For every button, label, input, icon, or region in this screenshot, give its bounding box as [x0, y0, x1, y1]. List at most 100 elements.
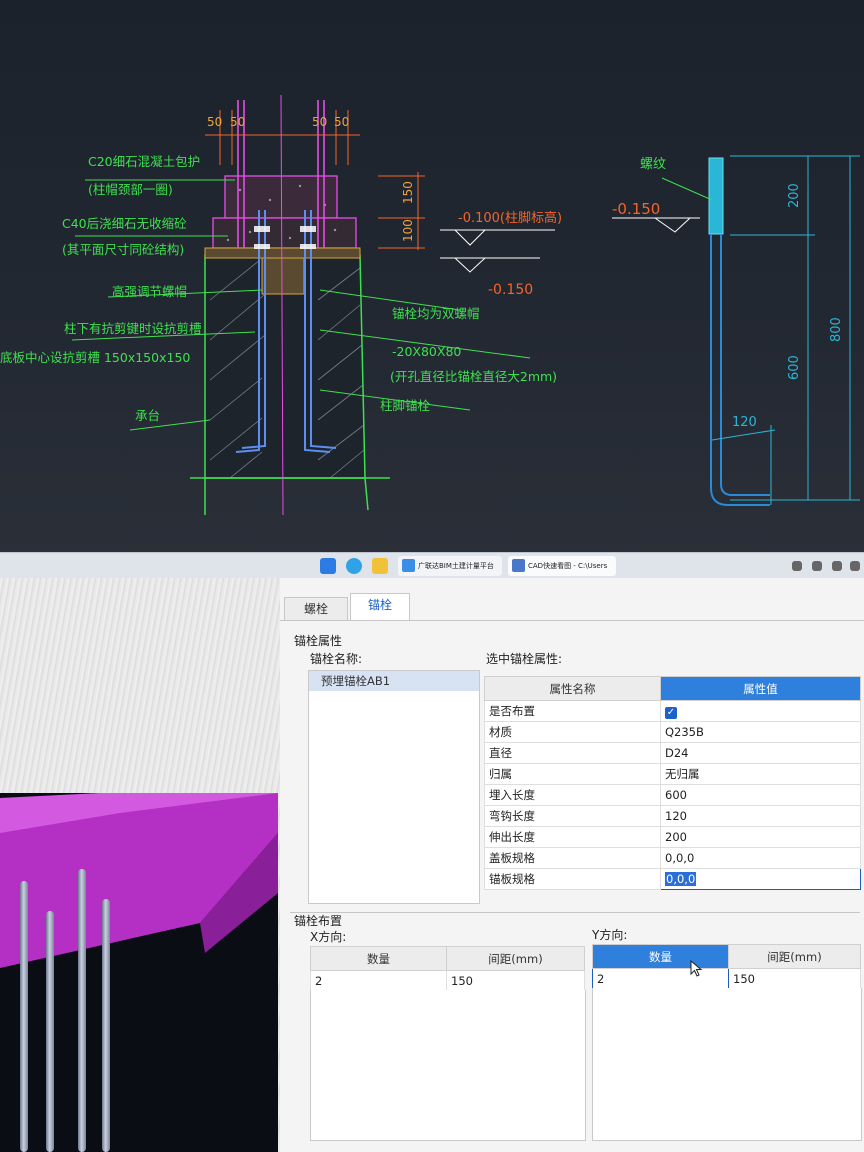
network-icon[interactable]	[812, 561, 822, 571]
x-table-empty-area	[310, 990, 586, 1141]
x-col-spacing[interactable]: 间距(mm)	[446, 946, 585, 971]
folder-icon[interactable]	[372, 558, 388, 574]
table-row[interactable]: 归属 无归属	[484, 763, 861, 785]
glodon-app-icon	[402, 559, 415, 572]
3d-column-base	[0, 793, 278, 968]
x-spacing-cell[interactable]: 150	[446, 970, 585, 992]
elev-label-1: -0.100(柱脚标高)	[458, 210, 562, 226]
table-row[interactable]: 锚板规格 0,0,0	[484, 868, 861, 890]
y-direction-label: Y方向:	[592, 928, 628, 942]
prop-value[interactable]: 200	[660, 826, 861, 848]
table-row[interactable]: 弯钩长度 120	[484, 805, 861, 827]
anchor-bolt-dialog: 螺栓 锚栓 锚栓属性 锚栓名称: 预埋锚栓AB1 选中锚栓属性: 属性名称 属性…	[0, 578, 864, 1152]
dim-side-100: 100	[401, 219, 415, 242]
properties-panel: 螺栓 锚栓 锚栓属性 锚栓名称: 预埋锚栓AB1 选中锚栓属性: 属性名称 属性…	[280, 578, 864, 1152]
start-icon[interactable]	[320, 558, 336, 574]
dim-thread-200: 200	[787, 183, 802, 208]
anchor-name-label: 锚栓名称:	[310, 652, 363, 666]
check-icon[interactable]: ✓	[665, 706, 677, 719]
volume-icon[interactable]	[832, 561, 842, 571]
table-row[interactable]: 2 150	[592, 968, 861, 990]
prop-value[interactable]: Q235B	[660, 721, 861, 743]
table-row[interactable]: 直径 D24	[484, 742, 861, 764]
anchor-props-group-title: 锚栓属性	[294, 634, 343, 648]
3d-preview-viewport[interactable]	[0, 793, 278, 1152]
dim-hook-120: 120	[732, 415, 757, 430]
battery-icon[interactable]	[850, 561, 860, 571]
table-row[interactable]: 2 150	[310, 970, 585, 992]
y-spacing-cell[interactable]: 150	[728, 968, 861, 990]
callout-right-3: (开孔直径比锚栓直径大2mm)	[390, 369, 557, 384]
y-col-spacing[interactable]: 间距(mm)	[728, 944, 861, 969]
callout-left-5: 高强调节螺帽	[112, 284, 187, 299]
col-header-prop-value[interactable]: 属性值	[660, 676, 861, 701]
y-table-empty-area	[592, 988, 862, 1141]
tab-divider	[280, 620, 864, 621]
cad-drawing-area[interactable]: 50 50 50 50 150 100 -0.100(柱脚标高) -0.150	[0, 0, 864, 556]
prop-name: 伸出长度	[484, 826, 661, 848]
prop-value-checkbox[interactable]: ✓	[660, 700, 861, 722]
bolt-elev-label: -0.150	[612, 200, 660, 218]
y-direction-table[interactable]: 数量 间距(mm) 2 150	[592, 944, 861, 990]
x-count-cell[interactable]: 2	[310, 970, 447, 992]
callout-right-4: 柱脚锚栓	[380, 398, 431, 413]
layout-group-title: 锚栓布置	[294, 914, 343, 928]
prop-name: 材质	[484, 721, 661, 743]
list-item[interactable]: 预埋锚栓AB1	[309, 671, 479, 691]
thread-label: 螺纹	[640, 157, 666, 172]
dim-total-800: 800	[829, 317, 844, 342]
callout-left-8: 承台	[135, 408, 160, 423]
table-row[interactable]: 埋入长度 600	[484, 784, 861, 806]
x-direction-label: X方向:	[310, 930, 347, 944]
dim-top-4: 50	[334, 115, 349, 129]
prop-name: 埋入长度	[484, 784, 661, 806]
anchor-rod-2	[46, 911, 54, 1152]
taskbar-item-glodon[interactable]: 广联达BIM土建计量平台	[398, 556, 502, 576]
elev-label-2: -0.150	[488, 282, 533, 298]
prop-value[interactable]: D24	[660, 742, 861, 764]
tray-chevron-icon[interactable]	[792, 561, 802, 571]
table-row[interactable]: 是否布置 ✓	[484, 700, 861, 722]
x-direction-table[interactable]: 数量 间距(mm) 2 150	[310, 946, 585, 992]
table-row[interactable]: 伸出长度 200	[484, 826, 861, 848]
anchor-rod-3	[78, 869, 86, 1152]
anchor-plate-spec-input[interactable]: 0,0,0	[660, 868, 861, 890]
elevation-marks	[440, 229, 555, 273]
prop-name: 归属	[484, 763, 661, 785]
callout-left-6: 柱下有抗剪键时设抗剪槽	[64, 321, 202, 336]
cad-viewer-icon	[512, 559, 525, 572]
col-header-prop-name[interactable]: 属性名称	[484, 676, 661, 701]
prop-value[interactable]: 120	[660, 805, 861, 827]
table-row[interactable]: 盖板规格 0,0,0	[484, 847, 861, 869]
dim-side-150: 150	[401, 181, 415, 204]
cad-canvas: 50 50 50 50 150 100 -0.100(柱脚标高) -0.150	[0, 94, 860, 516]
tab-bolt[interactable]: 螺栓	[284, 597, 348, 620]
anchor-name-list[interactable]: 预埋锚栓AB1	[308, 670, 480, 904]
anchor-rod-4	[102, 899, 110, 1152]
prop-name: 弯钩长度	[484, 805, 661, 827]
dim-top-2: 50	[230, 115, 245, 129]
callout-left-3: C40后浇细石无收缩砼	[62, 216, 187, 231]
callout-left-1: C20细石混凝土包护	[88, 154, 200, 169]
y-col-count[interactable]: 数量	[592, 944, 729, 969]
table-row[interactable]: 材质 Q235B	[484, 721, 861, 743]
callout-right-1: 锚栓均为双螺帽	[392, 306, 480, 321]
y-count-cell[interactable]: 2	[592, 968, 729, 990]
callout-left-2: (柱帽颈部一圈)	[88, 182, 173, 197]
anchor-property-table[interactable]: 属性名称 属性值 是否布置 ✓ 材质 Q235B 直径 D24 归属 无归属 埋…	[484, 676, 861, 890]
prop-value[interactable]: 无归属	[660, 763, 861, 785]
prop-value[interactable]: 0,0,0	[660, 847, 861, 869]
anchor-rod-1	[20, 881, 28, 1152]
dim-top-1: 50	[207, 115, 222, 129]
callout-left-7: 底板中心设抗剪槽 150x150x150	[0, 350, 190, 365]
edge-browser-icon[interactable]	[346, 558, 362, 574]
callout-right-2: -20X80X80	[392, 344, 461, 359]
windows-taskbar: 广联达BIM土建计量平台 CAD快速看图 - C:\Users	[0, 552, 864, 579]
taskbar-item-cad[interactable]: CAD快速看图 - C:\Users	[508, 556, 616, 576]
dim-top-3: 50	[312, 115, 327, 129]
prop-name: 锚板规格	[484, 868, 661, 890]
x-col-count[interactable]: 数量	[310, 946, 447, 971]
mouse-cursor-icon	[690, 960, 703, 977]
prop-value[interactable]: 600	[660, 784, 861, 806]
tab-anchor-bolt[interactable]: 锚栓	[350, 593, 410, 621]
